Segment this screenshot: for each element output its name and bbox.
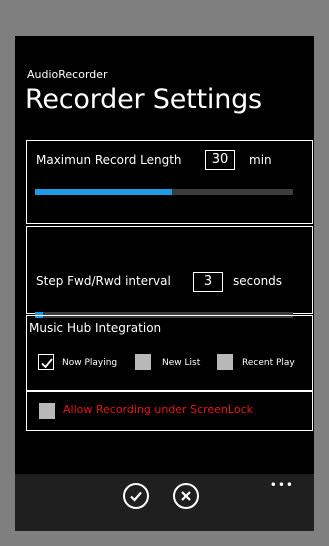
page-title: Recorder Settings <box>25 84 262 115</box>
music-hub-title: Music Hub Integration <box>29 321 162 335</box>
record-length-panel: Maximun Record Length 30 min <box>26 140 313 224</box>
now-playing-label: Now Playing <box>62 358 118 368</box>
cancel-button[interactable] <box>173 483 199 509</box>
step-interval-unit: seconds <box>233 274 283 288</box>
app-screen: AudioRecorder Recorder Settings Maximun … <box>15 36 314 531</box>
record-length-slider[interactable] <box>35 189 293 195</box>
app-name: AudioRecorder <box>27 68 108 81</box>
step-interval-label: Step Fwd/Rwd interval <box>36 274 171 288</box>
more-menu-button[interactable]: ••• <box>270 478 294 492</box>
record-length-input[interactable]: 30 <box>205 150 235 170</box>
close-icon <box>181 491 191 501</box>
record-length-label: Maximun Record Length <box>36 153 182 167</box>
music-hub-panel: Music Hub Integration Now Playing New Li… <box>26 315 313 391</box>
check-icon <box>41 358 53 369</box>
checkmark-icon <box>130 491 142 502</box>
new-list-checkbox[interactable] <box>135 354 151 370</box>
phone-frame: AudioRecorder Recorder Settings Maximun … <box>0 0 329 546</box>
recent-play-checkbox[interactable] <box>217 354 233 370</box>
now-playing-checkbox[interactable] <box>38 354 54 370</box>
record-length-slider-fill <box>35 189 172 195</box>
step-interval-panel: Step Fwd/Rwd interval 3 seconds <box>26 226 313 318</box>
record-length-unit: min <box>249 153 272 167</box>
screen-lock-checkbox[interactable] <box>39 403 55 419</box>
recent-play-label: Recent Play <box>242 358 295 368</box>
screen-lock-label: Allow Recording under ScreenLock <box>63 403 253 416</box>
step-interval-input[interactable]: 3 <box>193 272 223 292</box>
screen-lock-panel: Allow Recording under ScreenLock <box>26 391 313 431</box>
new-list-label: New List <box>162 358 201 368</box>
app-bar: ••• <box>15 474 314 531</box>
save-button[interactable] <box>123 483 149 509</box>
